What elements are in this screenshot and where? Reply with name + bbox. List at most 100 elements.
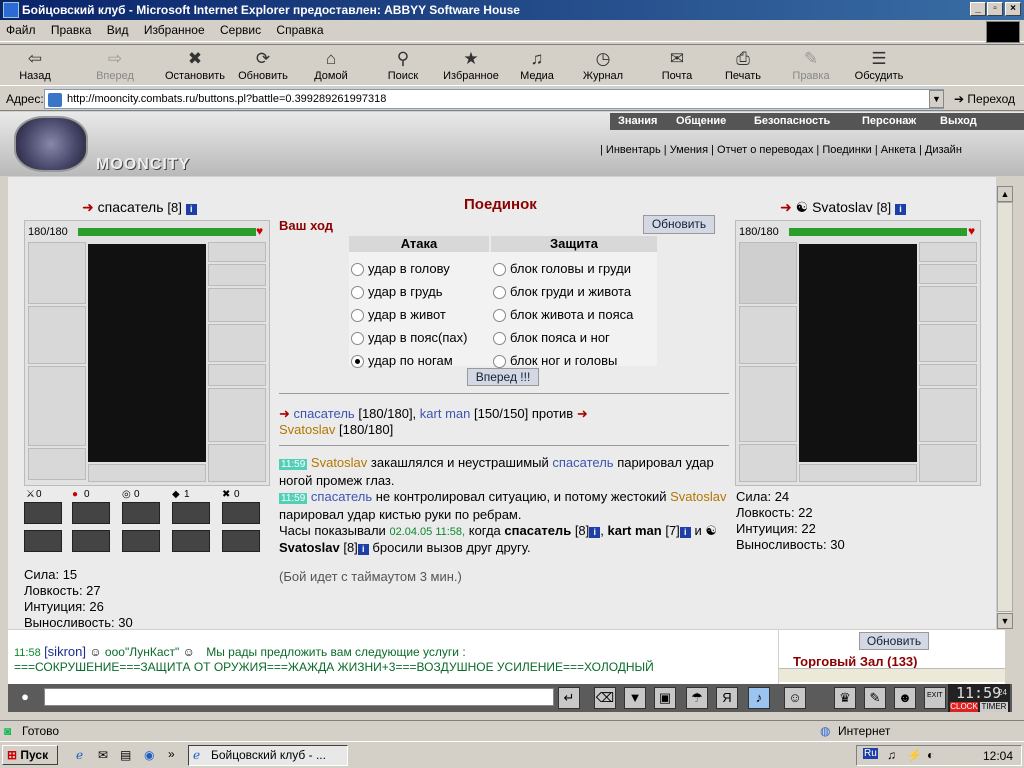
block-legs-head-radio[interactable]: [493, 355, 506, 369]
player-info-icon[interactable]: i: [679, 527, 691, 538]
refresh-button[interactable]: ⟳ Обновить: [232, 49, 294, 85]
attack-groin-radio[interactable]: [351, 332, 364, 346]
favorites-button[interactable]: ★ Избранное: [438, 49, 504, 85]
lang-indicator[interactable]: Ru: [863, 748, 878, 759]
chat-refresh-button[interactable]: Обновить: [859, 632, 929, 650]
search-button[interactable]: ⚲ Поиск: [372, 49, 434, 85]
attack-head-option[interactable]: удар в голову: [351, 257, 467, 280]
belt-slot[interactable]: [739, 444, 797, 482]
nav-transfers[interactable]: Отчет о переводах: [717, 144, 813, 156]
forward-attack-button[interactable]: Вперед !!!: [467, 368, 539, 386]
equip-slot-10[interactable]: [222, 530, 260, 552]
tray-volume-icon[interactable]: ♫: [887, 748, 896, 762]
menu-file[interactable]: Файл: [0, 20, 42, 40]
nav-design[interactable]: Дизайн: [925, 144, 962, 156]
right-ring-slots[interactable]: [799, 464, 917, 482]
equip-slot-9[interactable]: [172, 530, 210, 552]
quicklaunch-desktop-icon[interactable]: ▤: [120, 748, 131, 762]
equip-slot-7[interactable]: [72, 530, 110, 552]
equip-slot-4[interactable]: [172, 502, 210, 524]
attack-chest-radio[interactable]: [351, 286, 364, 300]
trade-scrollbar[interactable]: [779, 668, 1005, 682]
block-stomach-waist-option[interactable]: блок живота и пояса: [493, 303, 633, 326]
clear-icon[interactable]: ⌫: [594, 687, 616, 709]
equip-slot-1[interactable]: [24, 502, 62, 524]
necklace-slot[interactable]: [919, 264, 977, 284]
equip-slot-8[interactable]: [122, 530, 160, 552]
print-button[interactable]: ⎙ Печать: [712, 49, 774, 85]
scroll-thumb[interactable]: [997, 202, 1013, 612]
nav-character[interactable]: Персонаж: [862, 115, 916, 127]
nav-communication[interactable]: Общение: [676, 115, 726, 127]
tray-network-icon[interactable]: ⚡: [907, 748, 922, 762]
block-waist-legs-option[interactable]: блок пояса и ног: [493, 326, 633, 349]
block-chest-stomach-radio[interactable]: [493, 286, 506, 300]
discuss-button[interactable]: ☰ Обсудить: [846, 49, 912, 85]
stop-button[interactable]: ✖ Остановить: [162, 49, 228, 85]
equip-slot-3[interactable]: [122, 502, 160, 524]
necklace-slot[interactable]: [208, 264, 266, 286]
send-icon[interactable]: ↵: [558, 687, 580, 709]
nav-skills[interactable]: Умения: [670, 144, 708, 156]
back-button[interactable]: ⇦ Назад: [4, 49, 66, 85]
save-icon[interactable]: ▣: [654, 687, 676, 709]
belt-slot[interactable]: [28, 448, 86, 480]
address-input[interactable]: http://mooncity.combats.ru/buttons.pl?ba…: [44, 89, 944, 109]
weapon-slot[interactable]: [739, 306, 797, 364]
battle-refresh-button[interactable]: Обновить: [643, 215, 715, 234]
block-head-chest-option[interactable]: блок головы и груди: [493, 257, 633, 280]
menu-help[interactable]: Справка: [270, 20, 329, 40]
walk-icon[interactable]: ☂: [686, 687, 708, 709]
scroll-up-button[interactable]: ▲: [997, 186, 1013, 202]
earrings-slot[interactable]: [919, 242, 977, 262]
attack-legs-option[interactable]: удар по ногам: [351, 349, 467, 372]
menu-tools[interactable]: Сервис: [214, 20, 267, 40]
go-button[interactable]: ➔ Переход: [954, 92, 1015, 106]
tray-app-icon[interactable]: ◐: [927, 748, 934, 762]
attack-stomach-radio[interactable]: [351, 309, 364, 323]
rings-slot[interactable]: [208, 364, 266, 386]
player-info-icon[interactable]: i: [357, 544, 369, 555]
left-ring-slots[interactable]: [88, 464, 206, 482]
quicklaunch-media-icon[interactable]: ◉: [144, 748, 154, 762]
helmet-slot[interactable]: [28, 242, 86, 304]
boots-slot[interactable]: [919, 444, 977, 482]
taskbar-ie-window[interactable]: ℯ Бойцовский клуб - ...: [188, 745, 348, 766]
menu-edit[interactable]: Правка: [45, 20, 98, 40]
sound-icon[interactable]: ♪: [748, 687, 770, 709]
attack-stomach-option[interactable]: удар в живот: [351, 303, 467, 326]
weapon-slot[interactable]: [28, 306, 86, 364]
player-info-icon[interactable]: i: [589, 527, 601, 538]
address-dropdown-button[interactable]: ▼: [929, 90, 944, 108]
helmet-slot[interactable]: [739, 242, 797, 304]
gloves-slot[interactable]: [919, 324, 977, 362]
attack-head-radio[interactable]: [351, 263, 364, 277]
armor-slot[interactable]: [739, 366, 797, 442]
chat-input[interactable]: [44, 688, 554, 706]
nav-profile[interactable]: Анкета: [881, 144, 916, 156]
block-chest-stomach-option[interactable]: блок груди и живота: [493, 280, 633, 303]
block-head-chest-radio[interactable]: [493, 263, 506, 277]
right-player-avatar[interactable]: [799, 244, 917, 462]
forward-button[interactable]: ⇨ Вперед: [84, 49, 146, 85]
exit-icon[interactable]: EXIT: [924, 687, 946, 709]
friends-icon[interactable]: ☻: [894, 687, 916, 709]
right-player-name[interactable]: Svatoslav: [812, 199, 873, 215]
block-waist-legs-radio[interactable]: [493, 332, 506, 346]
smiles-icon[interactable]: ☺: [784, 687, 806, 709]
media-button[interactable]: ♫ Медиа: [506, 49, 568, 85]
home-button[interactable]: ⌂ Домой: [300, 49, 362, 85]
bracers-slot[interactable]: [208, 288, 266, 322]
equip-slot-2[interactable]: [72, 502, 110, 524]
left-player-name[interactable]: спасатель: [98, 199, 164, 215]
menu-favorites[interactable]: Избранное: [138, 20, 211, 40]
nav-security[interactable]: Безопасность: [754, 115, 830, 127]
filter-icon[interactable]: ▼: [624, 687, 646, 709]
scroll-icon[interactable]: ✎: [864, 687, 886, 709]
attack-chest-option[interactable]: удар в грудь: [351, 280, 467, 303]
quicklaunch-ie-icon[interactable]: ℯ: [76, 748, 83, 762]
room-label[interactable]: Торговый Зал (133): [793, 654, 917, 669]
shield-slot[interactable]: [208, 388, 266, 442]
scroll-down-button[interactable]: ▼: [997, 613, 1013, 629]
minimize-button[interactable]: _: [970, 2, 986, 16]
